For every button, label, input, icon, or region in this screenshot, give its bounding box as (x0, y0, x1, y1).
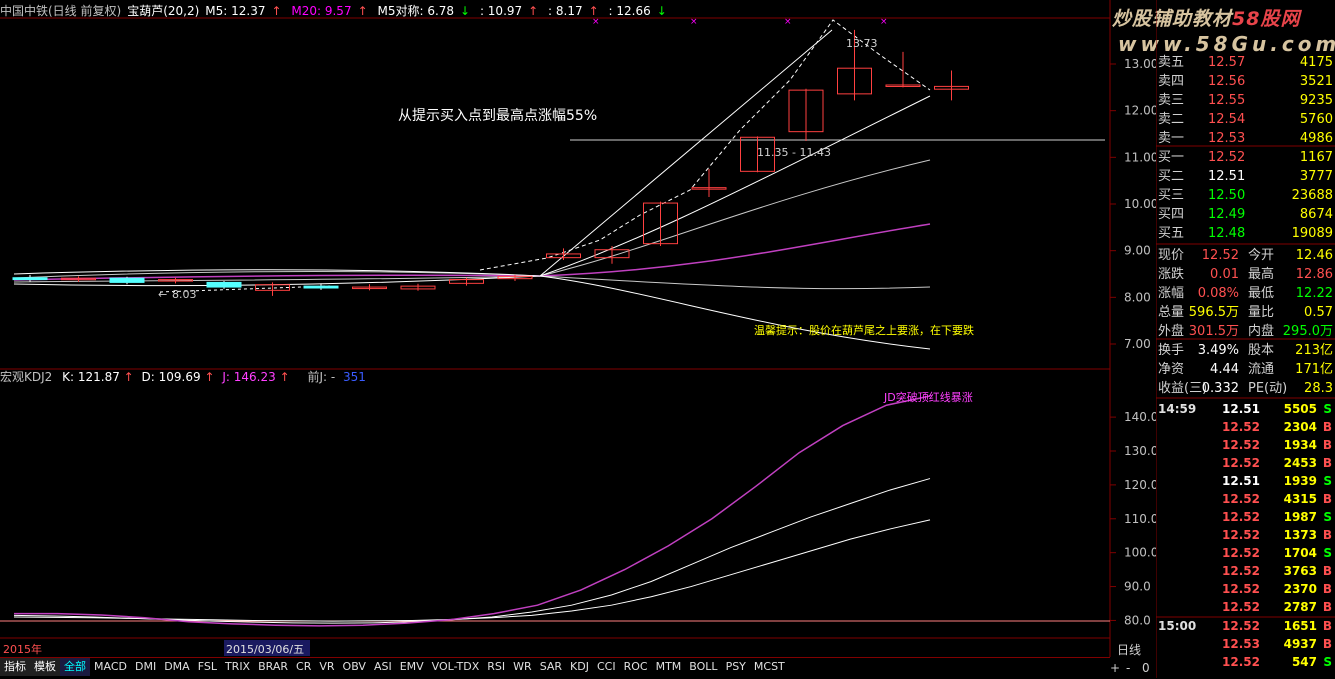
chart-canvas[interactable]: × × × × 13.00 12.00 11.00 10.00 9.00 8.00 7.00 14… (0, 0, 1156, 678)
tab-roc[interactable]: ROC (620, 658, 652, 676)
price-tick-label: 11.00 (1124, 150, 1156, 164)
tab-全部[interactable]: 全部 (60, 658, 90, 676)
tab-obv[interactable]: OBV (339, 658, 370, 676)
gain-annotation: 从提示买入点到最高点涨幅55% (398, 107, 597, 124)
tab-brar[interactable]: BRAR (254, 658, 292, 676)
price-tick-label: 13.00 (1124, 57, 1156, 71)
kdj-axis: 140.0 130.0 120.0 110.0 100.0 90.0 80.0 (1110, 410, 1156, 627)
kdj-d: D: 109.69 (142, 370, 201, 384)
price-tick-label: 8.00 (1124, 290, 1151, 304)
price-tick-label: 10.00 (1124, 197, 1156, 211)
price-tick-label: 12.00 (1124, 104, 1156, 118)
tab-fsl[interactable]: FSL (194, 658, 221, 676)
tab-cci[interactable]: CCI (593, 658, 620, 676)
price-axis: 13.00 12.00 11.00 10.00 9.00 8.00 7.00 (1110, 57, 1156, 351)
kdj-series (13, 395, 931, 627)
panel-dividers (1156, 0, 1335, 678)
tab-boll[interactable]: BOLL (685, 658, 721, 676)
tab-psy[interactable]: PSY (722, 658, 750, 676)
svg-text:←: ← (158, 288, 167, 301)
kdj-info: 宏观KDJ2 K: 121.87 ↑ D: 109.69 ↑ J: 146.23… (0, 369, 366, 384)
svg-text:×: × (880, 17, 888, 27)
kdj-tick-label: 80.0 (1124, 613, 1151, 627)
tab-dma[interactable]: DMA (160, 658, 194, 676)
candle-body (109, 277, 145, 283)
tab-emv[interactable]: EMV (396, 658, 428, 676)
price-tick-label: 9.00 (1124, 244, 1151, 258)
tab-mcst[interactable]: MCST (750, 658, 789, 676)
year-label: 2015年 (3, 642, 42, 656)
kdj-tick-label: 130.0 (1124, 444, 1156, 458)
zoom-in-button[interactable]: + (1110, 661, 1120, 675)
tab-vr[interactable]: VR (315, 658, 338, 676)
kdj-tick-label: 120.0 (1124, 478, 1156, 492)
tab-cr[interactable]: CR (292, 658, 315, 676)
candlestick-series (12, 29, 969, 296)
tab-trix[interactable]: TRIX (221, 658, 254, 676)
period-label: 日线 (1117, 643, 1141, 657)
svg-text:×: × (784, 17, 792, 27)
price-tick-label: 7.00 (1124, 337, 1151, 351)
tab-sar[interactable]: SAR (536, 658, 566, 676)
tab-指标[interactable]: 指标 (0, 658, 30, 676)
high-price-label: 13.73 (846, 37, 878, 50)
date-label: 2015/03/06/五 (226, 643, 304, 656)
zoom-reset-button[interactable]: 0 (1142, 661, 1150, 675)
tab-dmi[interactable]: DMI (131, 658, 160, 676)
kdj-prev: 前J: - (307, 369, 335, 384)
dashed-peak-line (479, 19, 931, 271)
kdj-title: 宏观KDJ2 (0, 369, 52, 384)
candle-body (206, 281, 242, 288)
candle-body (12, 277, 48, 281)
kdj-prev-val: 351 (343, 370, 366, 384)
kdj-tick-label: 100.0 (1124, 546, 1156, 560)
svg-text:×: × (690, 17, 698, 27)
tab-模板[interactable]: 模板 (30, 658, 60, 676)
middle-band-line (13, 223, 931, 281)
svg-text:×: × (592, 17, 600, 27)
kdj-tick-label: 110.0 (1124, 512, 1156, 526)
zoom-out-button[interactable]: - (1126, 661, 1130, 675)
indicator-lines (13, 19, 931, 350)
candle-body (303, 285, 339, 289)
tab-vol-tdx[interactable]: VOL-TDX (428, 658, 484, 676)
kdj-j: J: 146.23 (221, 370, 275, 384)
tail-lower-line (13, 275, 931, 350)
kdj-k: K: 121.87 (62, 370, 120, 384)
upper-band-line (13, 159, 931, 279)
tab-kdj[interactable]: KDJ (566, 658, 593, 676)
indicator-tab-bar: 指标 模板 全部 MACD DMI DMA FSL TRIX BRAR CR VR OBV ASI EMV… (0, 657, 1110, 679)
kdj-tick-label: 90.0 (1124, 580, 1151, 594)
kdj-j-line (14, 395, 931, 627)
tab-mtm[interactable]: MTM (652, 658, 686, 676)
kdj-tick-label: 140.0 (1124, 410, 1156, 424)
low-price-label: 8.03 (172, 288, 197, 301)
tip-annotation: 温馨提示：股价在葫芦尾之上要涨，在下要跌 (754, 323, 974, 337)
tab-asi[interactable]: ASI (370, 658, 396, 676)
kdj-d-line (13, 519, 931, 622)
kdj-k-line (13, 478, 931, 624)
tab-macd[interactable]: MACD (90, 658, 131, 676)
tab-rsi[interactable]: RSI (483, 658, 509, 676)
tab-wr[interactable]: WR (509, 658, 536, 676)
kdj-note: JD突破顶红线暴涨 (883, 390, 973, 404)
range-label: 11.35 - 11.43 (757, 146, 831, 159)
